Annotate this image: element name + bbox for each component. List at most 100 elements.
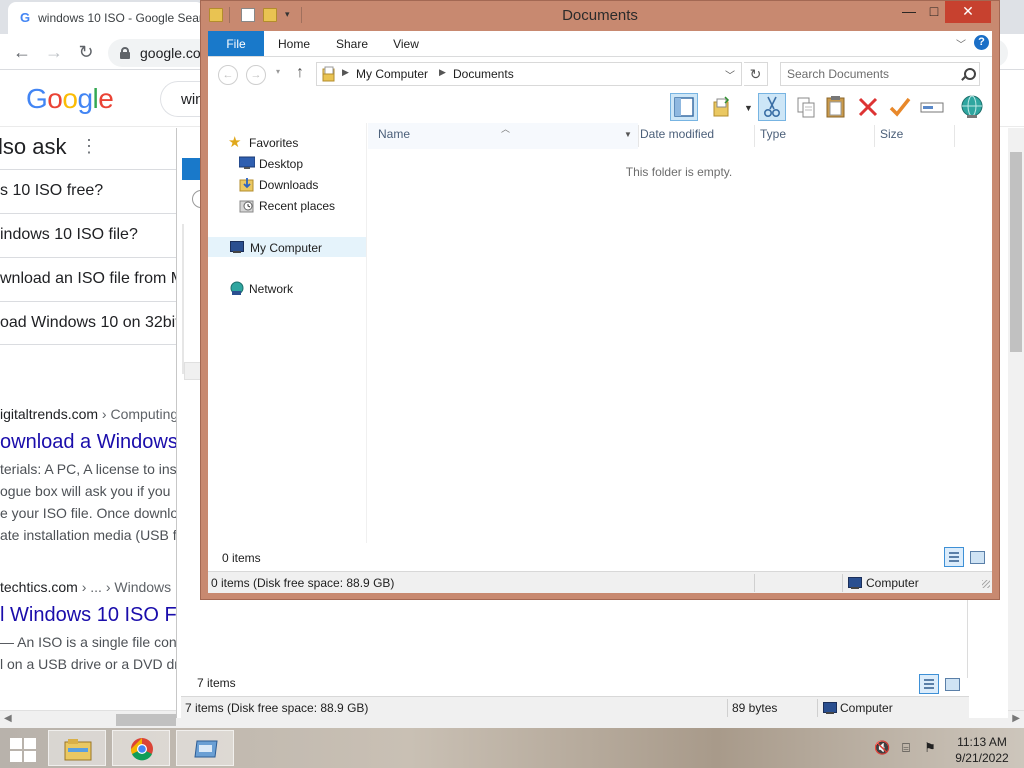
nav-item-my-computer[interactable]: My Computer — [208, 237, 366, 257]
column-header-date-modified[interactable]: Date modified — [640, 127, 714, 149]
delete-x-icon — [858, 97, 878, 117]
large-icons-view-icon[interactable] — [968, 548, 986, 566]
people-also-ask-heading: lso ask — [0, 134, 67, 159]
forward-arrow-icon[interactable]: → — [42, 40, 66, 64]
result-snippet: ogue box will ask you if you — [0, 483, 171, 499]
nav-item-recent-places[interactable]: Recent places — [208, 196, 366, 216]
network-status-icon[interactable]: ⌸ — [898, 741, 914, 755]
taskbar: 🔇 ⌸ ⚑ 11:13 AM 9/21/2022 — [0, 728, 1024, 768]
taskbar-chrome[interactable] — [112, 730, 170, 766]
tab-share[interactable]: Share — [328, 31, 376, 56]
address-bar[interactable]: ▶ My Computer ▶ Documents ﹀ — [316, 62, 742, 86]
large-icons-view-icon[interactable] — [943, 675, 961, 693]
result-snippet: e your ISO file. Once downloa — [0, 505, 176, 521]
scroll-right-icon[interactable]: ▶ — [1012, 713, 1020, 724]
scissors-icon — [764, 96, 781, 118]
address-dropdown-icon[interactable]: ﹀ — [725, 67, 735, 82]
details-view-icon[interactable] — [944, 547, 964, 567]
browser-tab[interactable]: G windows 10 ISO - Google Search — [8, 2, 204, 34]
clock-date: 9/21/2022 — [955, 751, 1009, 765]
new-folder-icon — [713, 96, 730, 117]
paa-question[interactable]: indows 10 ISO file? — [0, 213, 176, 257]
nav-item-network[interactable]: Network — [208, 279, 366, 299]
resize-grip-icon[interactable] — [982, 580, 990, 588]
maximize-button[interactable]: □ — [923, 1, 945, 23]
breadcrumb-item[interactable]: My Computer — [356, 67, 428, 81]
lock-icon — [120, 47, 130, 59]
back-arrow-icon[interactable]: ← — [10, 40, 34, 64]
navigation-pane-button[interactable] — [670, 93, 698, 121]
copy-icon — [797, 97, 815, 118]
more-options-icon[interactable]: ⋮ — [80, 136, 98, 157]
browser-vertical-scrollbar[interactable] — [1008, 128, 1024, 710]
refresh-icon[interactable]: ↻ — [744, 62, 768, 86]
minimize-button[interactable]: — — [895, 1, 923, 23]
nav-label: Recent places — [259, 199, 336, 213]
action-center-icon[interactable]: ⚑ — [922, 741, 938, 755]
search-box[interactable] — [780, 62, 980, 86]
paa-question[interactable]: s 10 ISO free? — [0, 169, 176, 213]
scrollbar-thumb[interactable] — [1010, 152, 1022, 352]
clock[interactable]: 11:13 AM 9/21/2022 — [950, 734, 1014, 766]
recent-locations-icon[interactable]: ▾ — [276, 67, 280, 76]
reload-icon[interactable]: ↻ — [74, 40, 98, 64]
delete-button[interactable] — [854, 93, 882, 121]
cite-site: igitaltrends.com — [0, 406, 99, 422]
tab-view[interactable]: View — [384, 31, 428, 56]
start-button[interactable] — [8, 736, 38, 762]
status-bar: 0 items (Disk free space: 88.9 GB) Compu… — [208, 571, 992, 593]
network-globe-button[interactable] — [958, 93, 986, 121]
file-list-pane[interactable]: ︿ Name ▼ Date modified Type Size This fo… — [366, 123, 992, 543]
result-title-link[interactable]: ownload a Windows — [0, 431, 176, 454]
column-header-size[interactable]: Size — [880, 127, 903, 149]
forward-button-icon[interactable]: → — [246, 65, 266, 85]
google-logo[interactable]: Google — [26, 83, 114, 115]
breadcrumb-item[interactable]: Documents — [453, 67, 514, 81]
column-filter-dropdown-icon[interactable]: ▼ — [624, 130, 632, 139]
column-header-name[interactable]: Name — [378, 127, 410, 149]
help-icon[interactable]: ? — [974, 35, 989, 50]
divider — [874, 125, 875, 147]
paa-question[interactable]: wnload an ISO file from M — [0, 257, 176, 301]
taskbar-explorer-window[interactable] — [176, 730, 234, 766]
back-button-icon[interactable]: ← — [218, 65, 238, 85]
new-folder-dropdown-icon[interactable]: ▼ — [744, 103, 753, 113]
taskbar-file-explorer[interactable] — [48, 730, 106, 766]
nav-item-favorites[interactable]: ★ Favorites — [208, 133, 366, 153]
breadcrumb-separator-icon[interactable]: ▶ — [342, 67, 349, 78]
column-header-type[interactable]: Type — [760, 127, 786, 149]
breadcrumb-separator-icon[interactable]: ▶ — [439, 67, 446, 78]
nav-item-desktop[interactable]: Desktop — [208, 154, 366, 174]
divider — [754, 125, 755, 147]
status-disk-space: 0 items (Disk free space: 88.9 GB) — [211, 576, 395, 590]
divider — [967, 598, 968, 678]
cut-button[interactable] — [758, 93, 786, 121]
file-tab-fragment[interactable] — [182, 158, 202, 180]
up-arrow-icon[interactable]: ↑ — [296, 64, 304, 82]
details-view-icon[interactable] — [919, 674, 939, 694]
paa-question[interactable]: oad Windows 10 on 32bit — [0, 301, 176, 345]
tab-file[interactable]: File — [208, 31, 264, 56]
expand-ribbon-icon[interactable]: ﹀ — [956, 36, 966, 51]
result-title-link[interactable]: l Windows 10 ISO Fi — [0, 604, 176, 627]
copy-button[interactable] — [792, 93, 820, 121]
tab-home[interactable]: Home — [270, 31, 318, 56]
properties-button[interactable] — [886, 93, 914, 121]
chrome-icon — [128, 737, 156, 761]
address-row: ← → ▾ ↑ ▶ My Computer ▶ Documents ﹀ ↻ — [208, 57, 992, 91]
close-button[interactable]: ✕ — [945, 1, 991, 23]
title-bar[interactable]: ▾ Documents — □ ✕ — [201, 1, 999, 31]
rename-button[interactable] — [918, 93, 946, 121]
volume-muted-icon[interactable]: 🔇 — [874, 741, 890, 755]
new-folder-button[interactable] — [708, 93, 736, 121]
search-icon[interactable] — [959, 66, 976, 82]
google-search-input[interactable]: windows 10 ISO — [160, 81, 200, 117]
divider — [727, 699, 728, 717]
search-query-text: windows 10 ISO — [181, 91, 200, 108]
scrollbar-thumb[interactable] — [116, 714, 176, 726]
checkmark-icon — [889, 97, 911, 117]
paste-button[interactable] — [822, 93, 850, 121]
nav-item-downloads[interactable]: Downloads — [208, 175, 366, 195]
search-input[interactable] — [787, 66, 951, 82]
scroll-left-icon[interactable]: ◀ — [4, 713, 12, 724]
